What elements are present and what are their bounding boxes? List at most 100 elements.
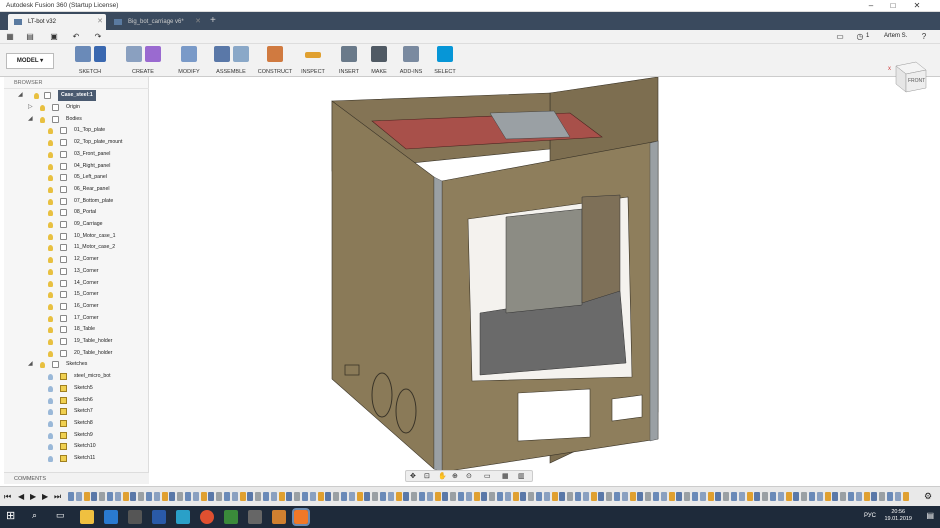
timeline-feature-icon[interactable] xyxy=(551,492,558,501)
timeline-feature-icon[interactable] xyxy=(107,492,113,501)
browser-body-row[interactable]: 11_Motor_case_2 xyxy=(4,242,149,254)
timeline-feature-icon[interactable] xyxy=(582,492,589,501)
visibility-bulb-icon[interactable] xyxy=(48,420,53,427)
timeline-feature-icon[interactable] xyxy=(840,492,847,501)
close-tab-icon[interactable]: ✕ xyxy=(195,14,201,30)
timeline-feature-icon[interactable] xyxy=(793,492,800,501)
fusion-360-icon[interactable] xyxy=(292,508,310,526)
inner-rear-panel[interactable] xyxy=(581,194,621,304)
timeline-feature-icon[interactable] xyxy=(614,492,620,501)
timeline-feature-icon[interactable] xyxy=(598,492,605,501)
view-cube[interactable]: x FRONT xyxy=(886,60,930,96)
front-right-corner[interactable] xyxy=(649,140,659,442)
browser-body-row[interactable]: 01_Top_plate xyxy=(4,125,149,137)
scripts-icon[interactable] xyxy=(403,46,419,62)
timeline-feature-icon[interactable] xyxy=(746,492,753,501)
timeline-feature-icon[interactable] xyxy=(512,492,519,501)
browser-body-row[interactable]: 17_Corner xyxy=(4,313,149,325)
create-sketch-icon[interactable] xyxy=(74,46,91,62)
timeline-feature-icon[interactable] xyxy=(536,492,542,501)
user-name[interactable]: Artem S. xyxy=(884,33,907,39)
timeline-feature-icon[interactable] xyxy=(68,492,74,501)
visibility-bulb-icon[interactable] xyxy=(48,327,53,334)
visibility-bulb-icon[interactable] xyxy=(48,245,53,252)
timeline-feature-icon[interactable] xyxy=(824,492,831,501)
timeline-feature-icon[interactable] xyxy=(278,492,285,501)
select-group[interactable]: SELECT xyxy=(432,46,458,75)
browser-body-row[interactable]: 04_Right_panel xyxy=(4,161,149,173)
visibility-bulb-icon[interactable] xyxy=(48,198,53,205)
timeline-feature-icon[interactable] xyxy=(294,492,301,501)
browser-sketch-row[interactable]: Sketch8 xyxy=(4,418,149,430)
select-arrow-icon[interactable] xyxy=(437,46,453,62)
timeline-feature-icon[interactable] xyxy=(317,492,324,501)
timeline-feature-icon[interactable] xyxy=(426,492,433,501)
orbit-icon[interactable]: ✥ xyxy=(410,472,416,480)
visibility-bulb-icon[interactable] xyxy=(48,175,53,182)
timeline-feature-icon[interactable] xyxy=(668,492,675,501)
search-icon[interactable]: ⌕ xyxy=(32,510,37,521)
3d-print-icon[interactable] xyxy=(371,46,387,62)
fit-icon[interactable]: ⊙ xyxy=(466,472,472,480)
line-icon[interactable] xyxy=(93,46,106,62)
timeline-feature-icon[interactable] xyxy=(473,492,480,501)
offset-plane-icon[interactable] xyxy=(267,46,283,62)
browser-body-row[interactable]: 09_Carriage xyxy=(4,219,149,231)
system-clock[interactable]: 20:56 19.01.2019 xyxy=(884,509,912,523)
browser-body-row[interactable]: 14_Corner xyxy=(4,278,149,290)
timeline-feature-icon[interactable] xyxy=(138,492,145,501)
visibility-bulb-icon[interactable] xyxy=(48,350,53,357)
visibility-bulb-icon[interactable] xyxy=(48,444,53,451)
timeline-feature-icon[interactable] xyxy=(419,492,425,501)
browser-sketch-row[interactable]: Sketch9 xyxy=(4,430,149,442)
visibility-bulb-icon[interactable] xyxy=(48,409,53,416)
browser-body-row[interactable]: 05_Left_panel xyxy=(4,172,149,184)
timeline-feature-icon[interactable] xyxy=(575,492,581,501)
create-group[interactable]: CREATE xyxy=(118,46,168,75)
make-group[interactable]: MAKE xyxy=(366,46,392,75)
file-menu-icon[interactable]: ▤ xyxy=(24,31,36,43)
close-tab-icon[interactable]: ✕ xyxy=(97,14,103,30)
timeline-feature-icon[interactable] xyxy=(395,492,402,501)
timeline-feature-icon[interactable] xyxy=(801,492,808,501)
press-pull-icon[interactable] xyxy=(181,46,197,62)
new-tab-icon[interactable]: + xyxy=(210,15,216,26)
visibility-bulb-icon[interactable] xyxy=(48,186,53,193)
timeline-feature-icon[interactable] xyxy=(777,492,784,501)
timeline-feature-icon[interactable] xyxy=(270,492,277,501)
help-icon[interactable]: ? xyxy=(918,31,930,43)
visibility-bulb-icon[interactable] xyxy=(48,303,53,310)
app-icon-2[interactable] xyxy=(224,510,238,524)
expand-arrow-icon[interactable]: ▷ xyxy=(28,102,33,113)
timeline-feature-icon[interactable] xyxy=(348,492,355,501)
start-icon[interactable]: ⊞ xyxy=(6,510,18,522)
timeline-feature-icon[interactable] xyxy=(894,492,901,501)
visibility-bulb-icon[interactable] xyxy=(48,151,53,158)
store-icon[interactable] xyxy=(104,510,118,524)
zoom-icon[interactable]: ⊕ xyxy=(452,472,458,480)
browser-body-row[interactable]: 19_Table_holder xyxy=(4,336,149,348)
comments-panel[interactable]: COMMENTS xyxy=(4,472,149,484)
step-forward-icon[interactable]: ▶ xyxy=(42,492,48,501)
timeline-feature-icon[interactable] xyxy=(809,492,815,501)
timeline-feature-icon[interactable] xyxy=(309,492,316,501)
timeline-feature-icon[interactable] xyxy=(325,492,332,501)
timeline-feature-icon[interactable] xyxy=(192,492,199,501)
timeline-feature-icon[interactable] xyxy=(707,492,714,501)
timeline-feature-icon[interactable] xyxy=(380,492,386,501)
browser-body-row[interactable]: 20_Table_holder xyxy=(4,348,149,360)
timeline-feature-icon[interactable] xyxy=(629,492,636,501)
visibility-bulb-icon[interactable] xyxy=(48,292,53,299)
timeline-feature-icon[interactable] xyxy=(770,492,776,501)
timeline-feature-icon[interactable] xyxy=(364,492,371,501)
timeline-feature-icon[interactable] xyxy=(263,492,269,501)
browser-body-row[interactable]: 13_Corner xyxy=(4,266,149,278)
redo-icon[interactable]: ↷ xyxy=(92,31,104,43)
timeline-feature-icon[interactable] xyxy=(567,492,574,501)
visibility-bulb-icon[interactable] xyxy=(48,233,53,240)
timeline-feature-icon[interactable] xyxy=(333,492,340,501)
timeline-feature-icon[interactable] xyxy=(450,492,457,501)
visibility-bulb-icon[interactable] xyxy=(48,268,53,275)
close-button[interactable]: ✕ xyxy=(906,0,928,12)
visibility-bulb-icon[interactable] xyxy=(34,93,39,99)
